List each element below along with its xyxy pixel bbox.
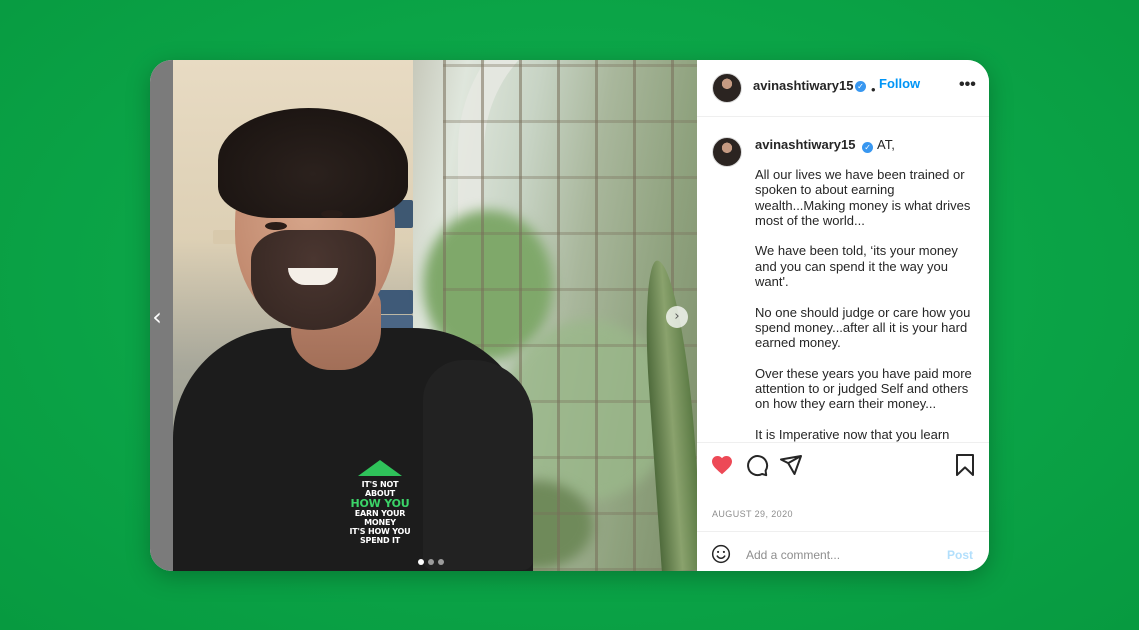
more-options-icon[interactable]: •••: [959, 76, 976, 94]
post-media[interactable]: IT'S NOT ABOUT HOW YOU EARN YOUR MONEY I…: [150, 60, 697, 571]
carousel-dot: [438, 559, 444, 565]
caption-paragraph: No one should judge or care how you spen…: [755, 304, 971, 351]
comment-input[interactable]: Add a comment...: [746, 548, 840, 562]
follow-button[interactable]: Follow: [879, 76, 920, 91]
bookmark-icon[interactable]: [953, 453, 977, 477]
header-username[interactable]: avinashtiwary15: [753, 78, 853, 93]
caption-first-line: AT,: [876, 137, 895, 152]
caption-username[interactable]: avinashtiwary15: [755, 137, 855, 152]
carousel-dot: [418, 559, 424, 565]
shirt-print: IT'S NOT ABOUT HOW YOU EARN YOUR MONEY I…: [348, 460, 412, 545]
emoji-smiley-icon[interactable]: [711, 544, 731, 564]
post-photo: IT'S NOT ABOUT HOW YOU EARN YOUR MONEY I…: [173, 60, 697, 571]
caption-scroll-area[interactable]: avinashtiwary15 ✓ AT, All our lives we h…: [697, 117, 989, 442]
verified-badge-icon: ✓: [862, 142, 874, 153]
caption-avatar[interactable]: [712, 137, 742, 167]
share-paper-plane-icon[interactable]: [779, 453, 803, 477]
chevron-right-icon[interactable]: ›: [666, 306, 688, 328]
separator-dot: •: [871, 82, 876, 97]
carousel-indicator: [418, 559, 444, 565]
post-date: AUGUST 29, 2020: [712, 509, 793, 519]
comment-row: Add a comment... Post: [697, 531, 989, 571]
avatar[interactable]: [712, 73, 742, 103]
post-comment-button[interactable]: Post: [947, 548, 973, 562]
caption-header: avinashtiwary15 ✓ AT,: [755, 137, 895, 153]
post-header: avinashtiwary15 ✓ • Follow •••: [697, 60, 989, 117]
caption-paragraph: Over these years you have paid more atte…: [755, 365, 972, 412]
verified-badge-icon: ✓: [855, 81, 866, 92]
post-side-panel: avinashtiwary15 ✓ • Follow ••• avinashti…: [697, 60, 989, 571]
heart-filled-icon[interactable]: [710, 453, 734, 477]
caption-paragraph: It is Imperative now that you learn: [755, 427, 950, 442]
caption-paragraph: All our lives we have been trained or sp…: [755, 167, 971, 228]
caption-paragraph: We have been told, ‘its your money and y…: [755, 243, 958, 290]
instagram-post-card: IT'S NOT ABOUT HOW YOU EARN YOUR MONEY I…: [150, 60, 989, 571]
caption-body: All our lives we have been trained or sp…: [755, 167, 977, 442]
carousel-dot: [428, 559, 434, 565]
chevron-left-icon[interactable]: ‹: [150, 304, 166, 330]
comment-icon[interactable]: [745, 453, 769, 477]
post-actions: AUGUST 29, 2020 Add a comment... Post: [697, 442, 989, 571]
